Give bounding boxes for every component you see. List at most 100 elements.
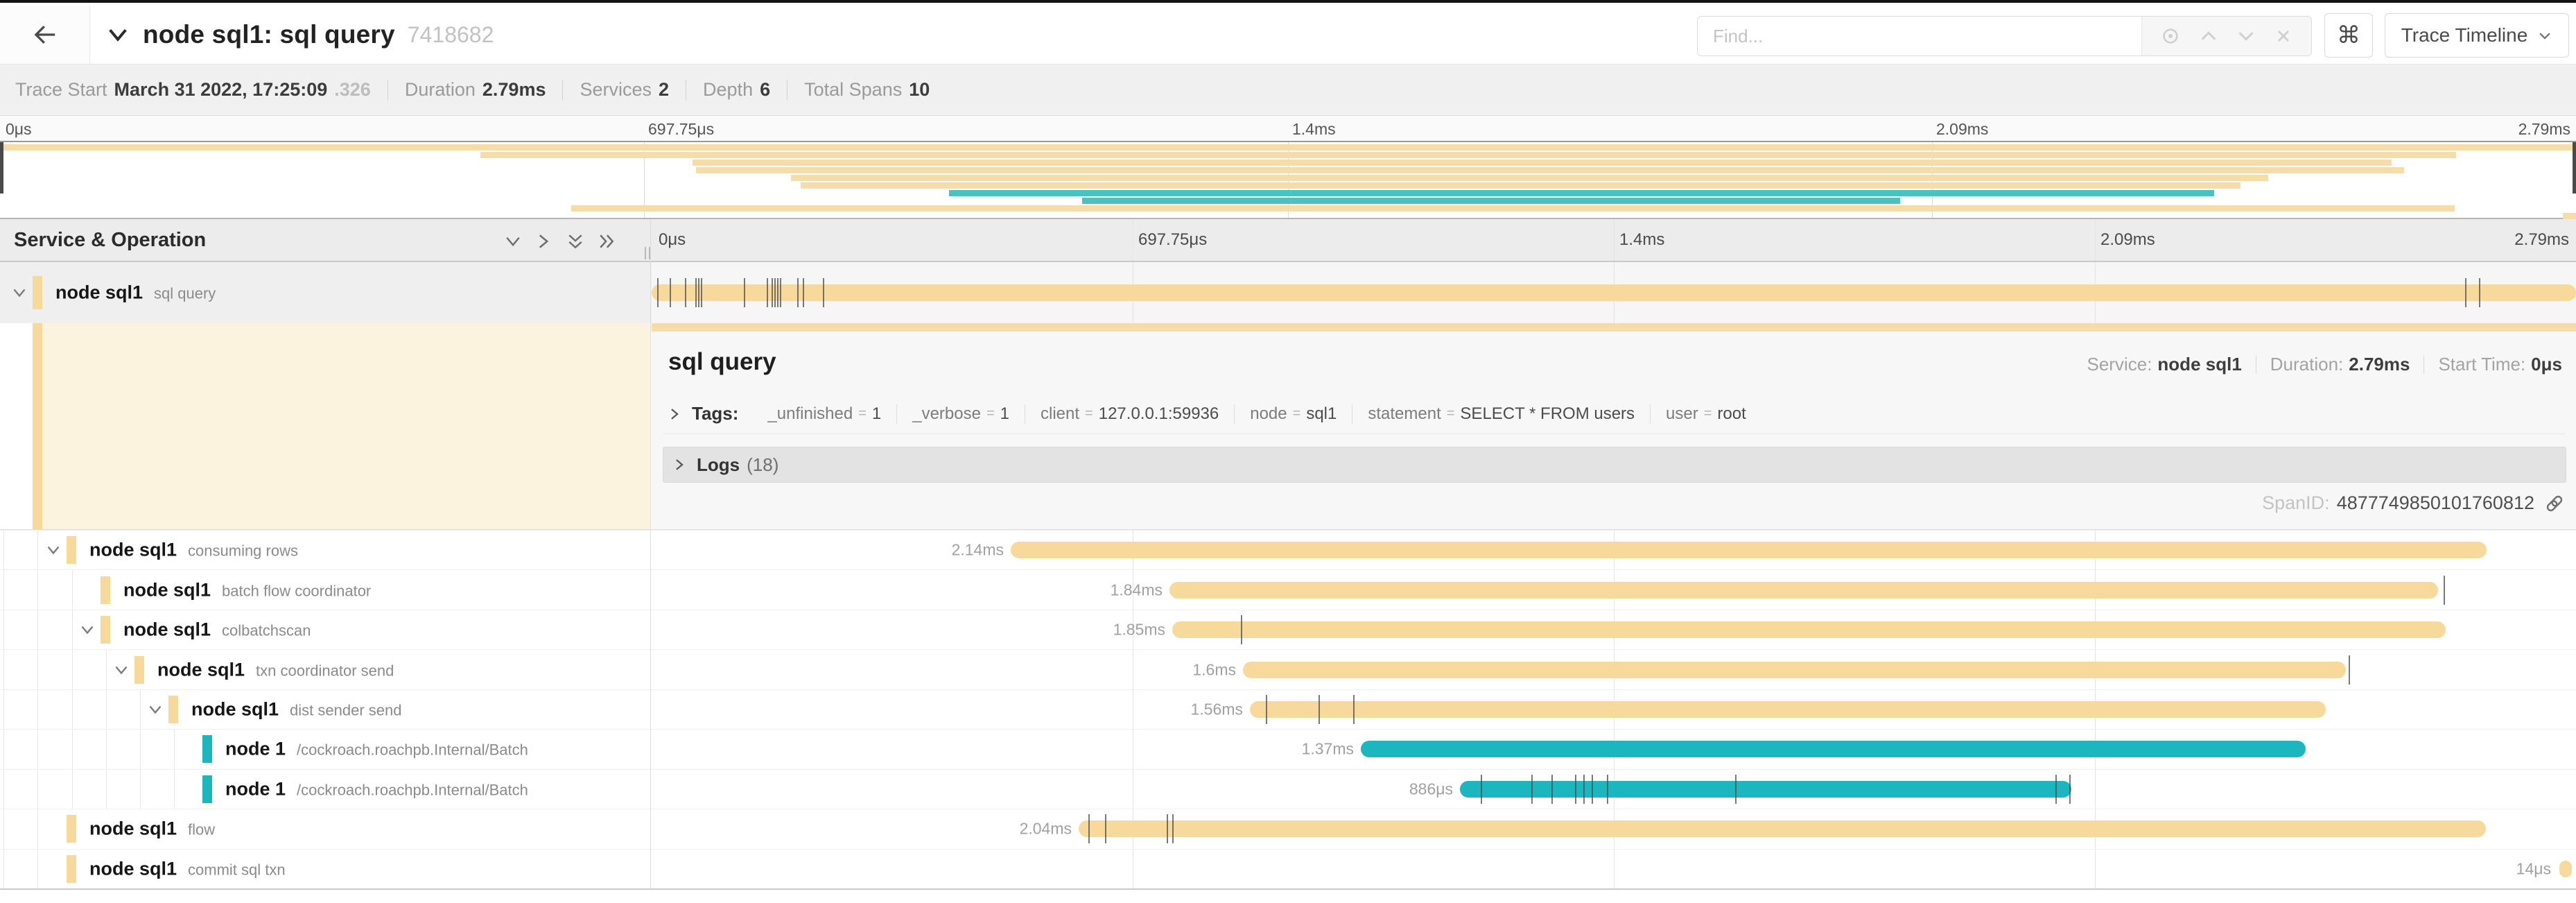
tree-cell[interactable]: node sql1txn coordinator send — [0, 650, 652, 689]
tag-item: _verbose=1 — [897, 404, 1025, 424]
tree-cell[interactable]: node sql1sql query — [0, 262, 652, 323]
log-tick — [774, 278, 776, 307]
chevron-down-icon[interactable] — [45, 542, 62, 558]
log-tick — [670, 278, 671, 307]
view-selector-button[interactable]: Trace Timeline — [2385, 13, 2569, 58]
minimap-scrubber-right[interactable] — [2573, 142, 2576, 194]
tree-cell[interactable]: node 1/cockroach.roachpb.Internal/Batch — [0, 770, 652, 809]
expand-one-icon[interactable] — [534, 232, 553, 251]
span-color-bar — [101, 576, 110, 604]
tree-cell[interactable]: node sql1consuming rows — [0, 531, 652, 569]
timeline-cell[interactable]: 1.85ms — [652, 610, 2576, 649]
tree-cell[interactable]: node sql1commit sql txn — [0, 850, 652, 888]
tag-item: _unfinished=1 — [752, 404, 897, 424]
timeline-columns-header: Service & Operation 0μs 697.75μs 1.4ms 2… — [0, 219, 2576, 262]
back-button[interactable] — [0, 6, 90, 64]
trace-collapse-chevron-icon[interactable] — [105, 22, 130, 47]
span-bar[interactable] — [1011, 542, 2487, 558]
span-bar[interactable] — [1243, 662, 2346, 678]
log-tick — [1266, 695, 1267, 724]
locate-icon[interactable] — [2160, 26, 2181, 46]
log-tick — [2479, 278, 2480, 307]
log-tick — [2055, 775, 2057, 804]
prev-result-icon[interactable] — [2198, 26, 2219, 46]
span-row-internal-batch-1[interactable]: node 1/cockroach.roachpb.Internal/Batch … — [0, 729, 2576, 768]
arrow-left-icon — [32, 22, 58, 48]
span-row-commit-sql-txn[interactable]: node sql1commit sql txn 14μs — [0, 849, 2576, 888]
logs-toggle-row[interactable]: Logs (18) — [663, 447, 2566, 483]
timeline-cell[interactable]: 1.37ms — [652, 730, 2576, 768]
tree-cell[interactable]: node sql1batch flow coordinator — [0, 570, 652, 609]
timeline-cell[interactable]: 886μs — [652, 770, 2576, 809]
span-color-bar — [168, 696, 178, 723]
timeline-cell[interactable]: 2.14ms — [652, 531, 2576, 569]
top-bar: node sql1: sql query 7418682 ⌘ Trace Tim… — [0, 6, 2576, 64]
chevron-down-icon[interactable] — [147, 701, 164, 718]
indent-guide — [174, 730, 175, 768]
deep-link-icon[interactable] — [2544, 493, 2565, 514]
span-row-dist-sender-send[interactable]: node sql1dist sender send 1.56ms — [0, 689, 2576, 729]
tree-cell[interactable]: node sql1dist sender send — [0, 690, 652, 729]
tags-toggle-row[interactable]: Tags: _unfinished=1 _verbose=1 client=12… — [663, 394, 2565, 434]
log-tick — [797, 278, 799, 307]
keyboard-shortcuts-button[interactable]: ⌘ — [2324, 13, 2373, 58]
trace-minimap[interactable] — [0, 141, 2576, 219]
tag-item: node=sql1 — [1235, 404, 1352, 424]
timeline-cell[interactable]: 2.04ms — [652, 809, 2576, 848]
expand-all-icon[interactable] — [597, 232, 616, 251]
minimap-tick-0: 0μs — [6, 120, 32, 139]
indent-guide — [37, 610, 38, 649]
indent-guide — [72, 730, 73, 768]
column-resizer-grip[interactable] — [645, 247, 650, 259]
span-color-bar — [134, 656, 144, 684]
log-tick — [685, 278, 686, 307]
span-bar[interactable] — [1079, 820, 2486, 837]
span-row-txn-coordinator-send[interactable]: node sql1txn coordinator send 1.6ms — [0, 649, 2576, 689]
span-row-internal-batch-2[interactable]: node 1/cockroach.roachpb.Internal/Batch … — [0, 769, 2576, 809]
collapse-one-icon[interactable] — [503, 232, 523, 251]
tree-cell[interactable]: node sql1flow — [0, 809, 652, 848]
span-bar[interactable] — [1169, 582, 2438, 599]
span-row-flow[interactable]: node sql1flow 2.04ms — [0, 809, 2576, 848]
find-box — [1697, 16, 2312, 56]
tree-cell[interactable]: node sql1colbatchscan — [0, 610, 652, 649]
span-bar[interactable] — [652, 284, 2576, 301]
collapse-all-icon[interactable] — [566, 232, 585, 251]
span-bar[interactable] — [1361, 741, 2306, 757]
span-row-batch-flow-coordinator[interactable]: node sql1batch flow coordinator 1.84ms — [0, 569, 2576, 609]
logs-count: (18) — [747, 454, 778, 476]
timeline-cell[interactable]: 1.56ms — [652, 690, 2576, 729]
span-bar[interactable] — [2559, 861, 2572, 877]
next-result-icon[interactable] — [2236, 26, 2256, 46]
span-row-consuming-rows[interactable]: node sql1consuming rows 2.14ms — [0, 530, 2576, 569]
log-tick — [2444, 576, 2445, 605]
clear-find-icon[interactable] — [2274, 26, 2293, 46]
timeline-cell[interactable]: 1.84ms — [652, 570, 2576, 609]
column-resizer[interactable] — [650, 219, 651, 888]
span-row-sql-query[interactable]: node sql1sql query — [0, 262, 2576, 323]
tag-item: statement=SELECT * FROM users — [1352, 404, 1651, 424]
chevron-down-icon[interactable] — [79, 621, 96, 638]
span-color-bar — [67, 855, 76, 883]
tree-cell[interactable]: node 1/cockroach.roachpb.Internal/Batch — [0, 730, 652, 768]
span-bar[interactable] — [1172, 621, 2446, 638]
minimap-scrubber-left[interactable] — [0, 142, 3, 194]
timeline-cell[interactable]: 14μs — [652, 850, 2576, 888]
log-tick — [2465, 278, 2466, 307]
timeline-cell[interactable] — [652, 262, 2576, 323]
span-duration-label: 1.85ms — [1047, 621, 1165, 639]
tags-label: Tags: — [692, 403, 738, 424]
indent-guide — [3, 690, 4, 729]
timeline-cell[interactable]: 1.6ms — [652, 650, 2576, 689]
axis-tick-2: 1.4ms — [1619, 230, 1664, 250]
chevron-down-icon[interactable] — [113, 662, 130, 678]
indent-guide — [3, 570, 4, 609]
view-selector-label: Trace Timeline — [2401, 24, 2528, 46]
chevron-down-icon[interactable] — [11, 284, 28, 301]
log-tick — [1088, 814, 1090, 843]
span-service-operation: node sql1txn coordinator send — [157, 659, 394, 680]
span-bar[interactable] — [1250, 701, 2326, 718]
span-duration-label: 2.14ms — [886, 541, 1004, 560]
find-input[interactable] — [1698, 17, 2141, 55]
span-row-colbatchscan[interactable]: node sql1colbatchscan 1.85ms — [0, 610, 2576, 649]
